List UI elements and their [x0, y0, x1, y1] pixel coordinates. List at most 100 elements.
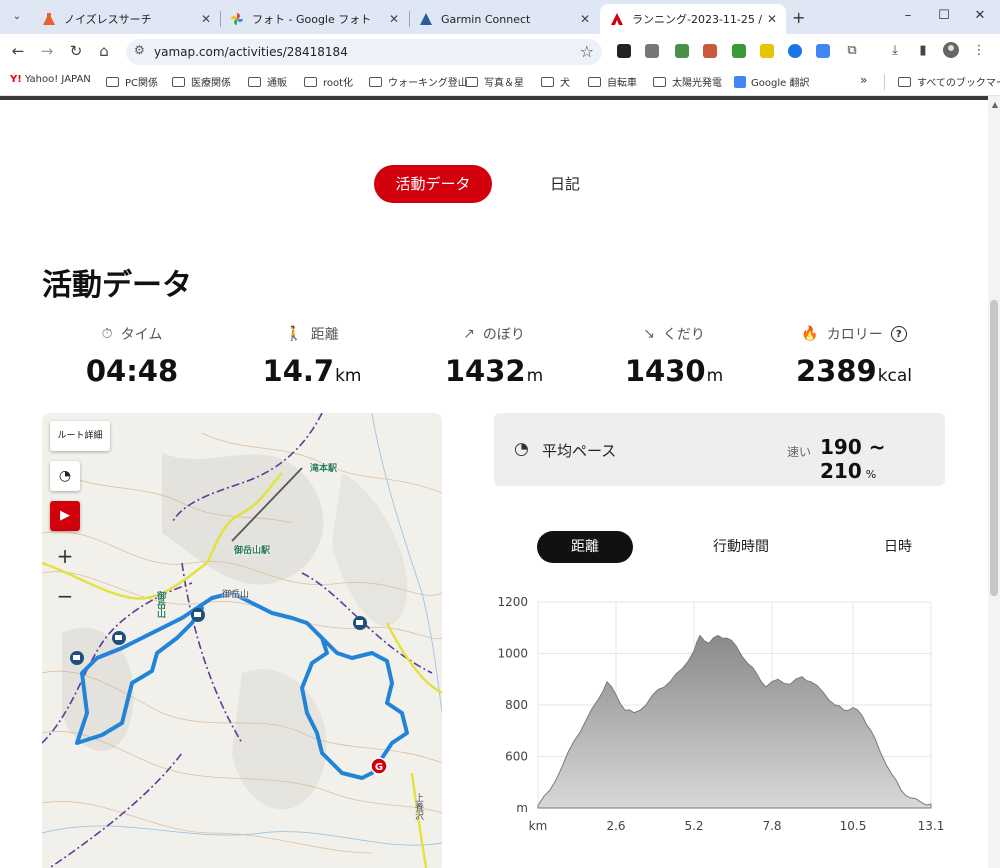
stat-label: タイム [120, 327, 163, 343]
bookmark-folder[interactable]: 通販 [248, 74, 287, 89]
stat-distance: 🚶 距離 14.7km [222, 322, 402, 388]
stat-unit: m [526, 366, 544, 386]
bookmark-folder[interactable]: 医療関係 [172, 74, 231, 89]
stat-unit: m [706, 366, 724, 386]
back-button[interactable]: ← [8, 41, 28, 61]
elevation-area [537, 634, 932, 809]
download-icon[interactable]: ⤓ [886, 42, 904, 60]
stat-ascent: ↗ のぼり 1432m [404, 322, 584, 388]
tab-google-photos[interactable]: フォト - Google フォト ✕ [220, 4, 408, 34]
profile-avatar[interactable] [942, 42, 960, 60]
home-button[interactable]: ⌂ [94, 41, 114, 61]
close-icon[interactable]: ✕ [386, 12, 402, 26]
tab-noiseless-search[interactable]: ノイズレスサーチ ✕ [32, 4, 220, 34]
x-tick-label: 2.6 [606, 819, 625, 833]
pace-unit: % [865, 468, 877, 481]
pinwheel-icon [230, 12, 244, 26]
bookmark-folder[interactable]: 太陽光発電 [653, 74, 722, 89]
stat-time: ⏱ タイム 04:48 [42, 322, 222, 388]
tab-title: Garmin Connect [441, 12, 531, 26]
extension-icon[interactable] [617, 44, 631, 58]
forward-button[interactable]: → [37, 41, 57, 61]
arrow-down-right-icon: ↘ [643, 326, 655, 342]
bookmarks-bar: Y! Yahoo! JAPAN PC関係 医療関係 通販 root化 ウォーキング… [0, 68, 1000, 96]
folder-icon [541, 76, 554, 87]
close-icon[interactable]: ✕ [577, 12, 593, 26]
bookmark-folder[interactable]: 犬 [541, 74, 570, 89]
extension-icon[interactable] [732, 44, 746, 58]
all-bookmarks-folder[interactable]: すべてのブックマーク [898, 74, 1000, 89]
page-title: 活動データ [42, 268, 192, 303]
bookmark-yahoo[interactable]: Y! Yahoo! JAPAN [10, 74, 91, 85]
stat-unit: km [335, 366, 362, 386]
stat-descent: ↘ くだり 1430m [584, 322, 764, 388]
bookmark-google-translate[interactable]: Google 翻訳 [734, 74, 809, 89]
extension-icon[interactable] [703, 44, 717, 58]
url-text[interactable]: yamap.com/activities/28418184 [154, 45, 348, 59]
extension-icon[interactable] [645, 44, 659, 58]
zoom-out-button[interactable]: − [50, 581, 80, 611]
folder-icon [898, 76, 911, 87]
translate-extension-icon[interactable] [816, 44, 830, 58]
tab-activity-data[interactable]: 活動データ [374, 165, 492, 203]
map-label-station: 御岳山駅 [234, 546, 271, 556]
y-tick-label: 800 [505, 698, 528, 712]
extension-icon[interactable] [675, 44, 689, 58]
bookmark-star-icon[interactable]: ☆ [580, 42, 594, 61]
stopwatch-icon: ⏱ [101, 326, 113, 342]
average-pace-card: ◔ 平均ペース 速い 190 ~ 210% [494, 413, 945, 486]
close-icon[interactable]: ✕ [198, 12, 214, 26]
stat-calories: 🔥 カロリー? 2389kcal [764, 322, 944, 388]
chart-tab-distance[interactable]: 距離 [537, 531, 633, 563]
close-icon[interactable]: ✕ [764, 12, 780, 26]
extensions-puzzle-icon[interactable]: ⧉ [843, 42, 861, 60]
stat-label: 距離 [310, 327, 339, 343]
help-icon[interactable]: ? [890, 326, 907, 342]
bookmark-folder[interactable]: PC関係 [106, 74, 158, 89]
google-translate-icon [734, 75, 746, 88]
reload-button[interactable]: ↻ [66, 41, 86, 61]
navigation-toolbar: ← → ↻ ⌂ ⚙ yamap.com/activities/28418184 … [0, 34, 1000, 68]
stat-label: くだり [662, 327, 705, 343]
x-tick-label: 10.5 [840, 819, 867, 833]
bookmark-folder[interactable]: ウォーキング登山 [369, 74, 468, 89]
tab-garmin-connect[interactable]: Garmin Connect ✕ [409, 4, 599, 34]
site-settings-icon[interactable]: ⚙ [134, 43, 145, 57]
bookmark-folder[interactable]: root化 [304, 74, 353, 89]
folder-icon [248, 76, 261, 87]
more-bookmarks-button[interactable]: » [860, 73, 867, 87]
scrollbar-thumb[interactable] [990, 300, 998, 596]
pace-layer-button[interactable]: ◔ [50, 461, 80, 491]
new-tab-button[interactable]: + [792, 8, 805, 27]
reload-icon: ↻ [69, 42, 83, 60]
extension-icon[interactable] [760, 44, 774, 58]
photo-layer-button[interactable]: ▶ [50, 501, 80, 531]
route-map[interactable]: G 滝本駅 御岳山駅 御岳山 御岳山 上養沢 ルート詳細 ◔ ▶ + − [42, 413, 442, 868]
folder-icon [106, 76, 119, 87]
folder-icon [588, 76, 601, 87]
side-panel-icon[interactable]: ▮ [914, 42, 932, 60]
menu-kebab-icon[interactable]: ⋮ [970, 42, 988, 60]
chart-tab-datetime[interactable]: 日時 [870, 531, 926, 563]
close-window-button[interactable]: ✕ [970, 6, 990, 26]
extension-icon[interactable] [788, 44, 802, 58]
bookmark-folder[interactable]: 自転車 [588, 74, 637, 89]
x-tick-label: km [529, 819, 548, 833]
y-tick-label: 1000 [497, 647, 528, 661]
chart-tab-duration[interactable]: 行動時間 [700, 531, 782, 563]
svg-text:G: G [375, 762, 383, 773]
scroll-up-arrow-icon[interactable]: ▲ [992, 100, 998, 109]
tab-search-button[interactable]: ⌄ [8, 8, 26, 26]
map-label-place: 上養沢 [413, 793, 423, 820]
yamap-logo-icon [610, 12, 624, 26]
tab-diary[interactable]: 日記 [530, 165, 600, 203]
route-detail-button[interactable]: ルート詳細 [50, 421, 110, 451]
minimize-button[interactable]: – [898, 6, 918, 26]
tab-title: フォト - Google フォト [252, 13, 372, 26]
zoom-in-button[interactable]: + [50, 541, 80, 571]
tab-yamap-activity[interactable]: ランニング-2023-11-25 / bekobek ✕ [600, 4, 786, 34]
bookmark-folder[interactable]: 写真＆星 [465, 74, 524, 89]
maximize-button[interactable]: ☐ [934, 6, 954, 26]
address-bar[interactable]: ⚙ yamap.com/activities/28418184 ☆ [126, 39, 602, 65]
y-tick-label: 600 [505, 750, 528, 764]
